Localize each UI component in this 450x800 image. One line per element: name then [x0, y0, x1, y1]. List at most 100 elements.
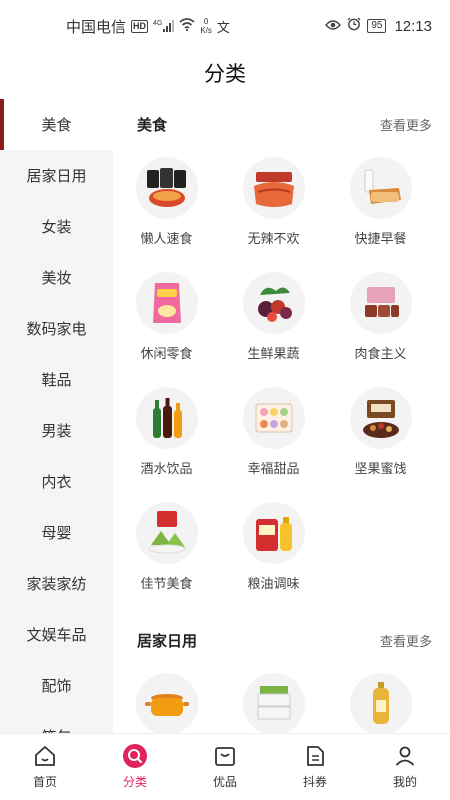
- network-speed: 0 K/s: [200, 17, 212, 35]
- nav-category[interactable]: 分类: [90, 734, 180, 800]
- nav-profile[interactable]: 我的: [360, 734, 450, 800]
- sidebar-item-label: 美妆: [41, 270, 72, 287]
- home-icon: [32, 743, 58, 769]
- category-content[interactable]: 美食 查看更多 懒人速食 无辣不欢 快捷早餐 休闲零食 生鲜果蔬 肉食主义 酒水…: [113, 99, 450, 733]
- sidebar-item-bags[interactable]: 箱包: [0, 711, 113, 733]
- sidebar-item-label: 家装家纺: [26, 576, 87, 593]
- nav-premium[interactable]: 优品: [180, 734, 270, 800]
- category-item-label: 幸福甜品: [247, 461, 300, 476]
- coupon-icon: [302, 743, 328, 769]
- category-item[interactable]: [220, 665, 327, 733]
- category-sidebar: 美食 居家日用 女装 美妆 数码家电 鞋品 男装 内衣 母婴 家装家纺 文娱车品…: [0, 99, 113, 733]
- bread-milk-icon: [349, 157, 412, 219]
- view-more-link[interactable]: 查看更多: [380, 631, 432, 650]
- category-item-label: 懒人速食: [140, 231, 193, 246]
- sidebar-item-label: 内衣: [41, 474, 72, 491]
- sidebar-item-accessories[interactable]: 配饰: [0, 660, 113, 711]
- sidebar-item-label: 女装: [41, 219, 72, 236]
- category-item[interactable]: 坚果蜜饯: [327, 379, 434, 494]
- sidebar-item-home-textiles[interactable]: 家装家纺: [0, 558, 113, 609]
- signal-icon: 4G: [153, 20, 175, 32]
- nav-coupon[interactable]: 抖券: [270, 734, 360, 800]
- view-more-link[interactable]: 查看更多: [380, 115, 432, 134]
- sidebar-item-household[interactable]: 居家日用: [0, 150, 113, 201]
- sidebar-item-label: 美食: [41, 117, 72, 134]
- zongzi-icon: [135, 502, 198, 564]
- net-speed-unit: K/s: [200, 26, 212, 35]
- shampoo-bottle-icon: [349, 673, 412, 733]
- category-item[interactable]: 休闲零食: [113, 264, 220, 379]
- category-item-label: 粮油调味: [247, 576, 300, 591]
- category-item[interactable]: [113, 665, 220, 733]
- wifi-icon: [179, 17, 195, 35]
- category-item[interactable]: 幸福甜品: [220, 379, 327, 494]
- status-bar: 中国电信 HD 4G 0 K/s 文 95 12:13: [0, 0, 450, 52]
- sidebar-item-mother-baby[interactable]: 母婴: [0, 507, 113, 558]
- spicy-snack-icon: [242, 157, 305, 219]
- section-title: 美食: [137, 117, 168, 134]
- category-item[interactable]: 酒水饮品: [113, 379, 220, 494]
- sidebar-item-label: 配饰: [41, 678, 72, 695]
- battery-icon: 95: [367, 19, 387, 33]
- macaron-box-icon: [242, 387, 305, 449]
- sidebar-item-entertainment-auto[interactable]: 文娱车品: [0, 609, 113, 660]
- nav-label: 我的: [392, 775, 417, 789]
- category-grid: 懒人速食 无辣不欢 快捷早餐 休闲零食 生鲜果蔬 肉食主义 酒水饮品 幸福甜品 …: [113, 149, 450, 609]
- sidebar-item-label: 鞋品: [41, 372, 72, 389]
- sidebar-item-food[interactable]: 美食: [0, 99, 113, 150]
- carrier-name: 中国电信: [66, 18, 127, 36]
- category-item-label: 生鲜果蔬: [247, 346, 300, 361]
- category-item[interactable]: 懒人速食: [113, 149, 220, 264]
- sidebar-item-label: 箱包: [41, 726, 71, 733]
- signal-type: 4G: [153, 20, 163, 27]
- search-category-icon: [122, 743, 148, 769]
- category-item-label: 肉食主义: [354, 346, 407, 361]
- section-household: 居家日用 查看更多: [113, 615, 450, 733]
- category-item[interactable]: 肉食主义: [327, 264, 434, 379]
- chips-bag-icon: [135, 272, 198, 334]
- category-item[interactable]: 生鲜果蔬: [220, 264, 327, 379]
- category-item-label: 佳节美食: [140, 576, 193, 591]
- cooking-pot-icon: [135, 673, 198, 733]
- meat-box-icon: [349, 272, 412, 334]
- sidebar-item-womens-wear[interactable]: 女装: [0, 201, 113, 252]
- nav-label: 抖券: [302, 775, 327, 789]
- premium-bag-icon: [212, 743, 238, 769]
- sidebar-item-mens-wear[interactable]: 男装: [0, 405, 113, 456]
- sidebar-item-label: 男装: [41, 423, 72, 440]
- category-item[interactable]: [327, 665, 434, 733]
- category-item-label: 坚果蜜饯: [354, 461, 407, 476]
- eye-icon: [325, 18, 342, 35]
- rice-oil-icon: [242, 502, 305, 564]
- sidebar-item-label: 数码家电: [26, 321, 87, 338]
- section-food: 美食 查看更多 懒人速食 无辣不欢 快捷早餐 休闲零食 生鲜果蔬 肉食主义 酒水…: [113, 99, 450, 609]
- translate-icon: 文: [216, 19, 230, 35]
- net-speed-value: 0: [203, 17, 209, 26]
- alarm-icon: [347, 17, 361, 35]
- category-item[interactable]: 无辣不欢: [220, 149, 327, 264]
- sidebar-item-shoes[interactable]: 鞋品: [0, 354, 113, 405]
- section-header: 美食 查看更多: [113, 99, 450, 149]
- bottom-nav: 首页 分类 优品 抖券 我的: [0, 733, 450, 800]
- hd-badge: HD: [131, 19, 149, 33]
- instant-noodles-icon: [135, 157, 198, 219]
- category-item-label: 酒水饮品: [140, 461, 193, 476]
- category-item-label: 无辣不欢: [247, 231, 300, 246]
- sidebar-item-label: 母婴: [41, 525, 72, 542]
- category-item-label: 快捷早餐: [354, 231, 407, 246]
- page-title: 分类: [204, 63, 246, 86]
- nav-home[interactable]: 首页: [0, 734, 90, 800]
- storage-drawer-icon: [242, 673, 305, 733]
- sidebar-item-underwear[interactable]: 内衣: [0, 456, 113, 507]
- sidebar-item-digital-appliances[interactable]: 数码家电: [0, 303, 113, 354]
- nav-label: 分类: [122, 775, 147, 789]
- sidebar-item-beauty[interactable]: 美妆: [0, 252, 113, 303]
- category-item[interactable]: 粮油调味: [220, 494, 327, 609]
- category-item[interactable]: 佳节美食: [113, 494, 220, 609]
- section-header: 居家日用 查看更多: [113, 615, 450, 665]
- category-item[interactable]: 快捷早餐: [327, 149, 434, 264]
- status-left: 中国电信 HD 4G 0 K/s 文: [66, 16, 230, 37]
- fresh-fruit-icon: [242, 272, 305, 334]
- clock-time: 12:13: [394, 17, 432, 35]
- sidebar-item-label: 居家日用: [26, 168, 87, 185]
